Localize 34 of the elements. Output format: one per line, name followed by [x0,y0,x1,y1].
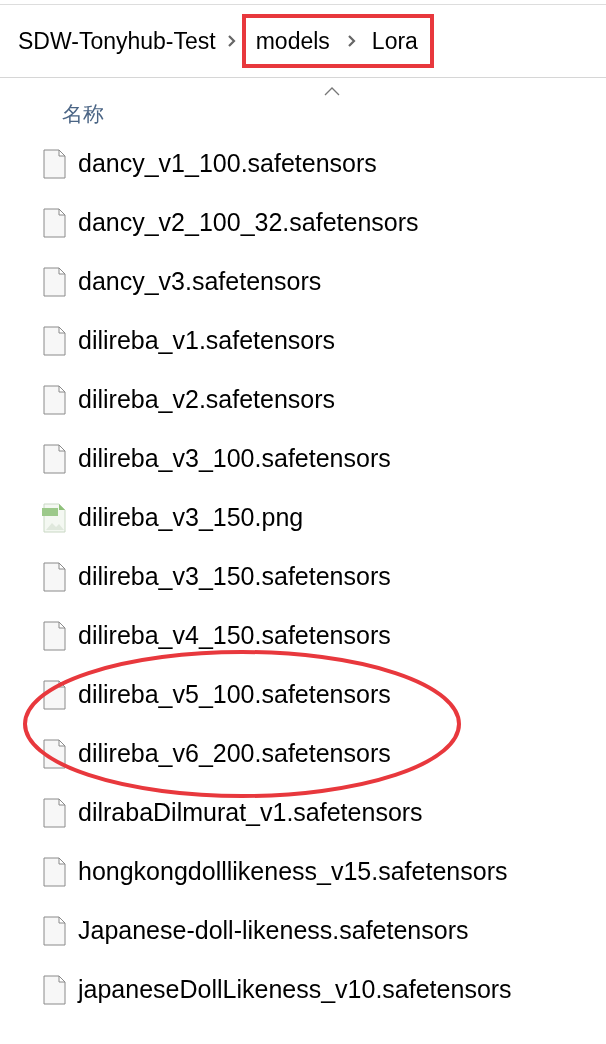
column-header[interactable]: 名称 [62,98,104,130]
file-icon [42,974,66,1005]
file-name[interactable]: dilireba_v4_150.safetensors [78,616,391,655]
breadcrumb-item[interactable]: SDW-Tonyhub-Test [14,23,220,59]
file-icon [42,915,66,946]
file-name[interactable]: dilireba_v6_200.safetensors [78,734,391,773]
file-name[interactable]: Japanese-doll-likeness.safetensors [78,911,469,950]
chevron-right-icon [225,34,236,48]
image-file-icon [42,502,66,533]
file-icon [42,325,66,356]
breadcrumb-item[interactable]: Lora [367,23,422,59]
file-icon [42,384,66,415]
file-name[interactable]: dilireba_v5_100.safetensors [78,675,391,714]
breadcrumb-item[interactable]: models [251,23,334,59]
file-name[interactable]: dilireba_v3_150.safetensors [78,557,391,596]
file-icon [42,797,66,828]
file-name[interactable]: dancy_v1_100.safetensors [78,144,377,183]
chevron-right-icon [345,34,356,48]
file-name[interactable]: dilireba_v3_150.png [78,498,304,537]
file-icon [42,856,66,887]
file-name[interactable]: dancy_v3.safetensors [78,262,322,301]
file-name[interactable]: hongkongdolllikeness_v15.safetensors [78,852,508,891]
file-name[interactable]: dancy_v2_100_32.safetensors [78,203,419,242]
file-name[interactable]: dilireba_v3_100.safetensors [78,439,391,478]
file-icon [42,561,66,592]
file-icon [42,207,66,238]
file-name[interactable]: dilireba_v1.safetensors [78,321,336,360]
file-icon [42,443,66,474]
file-icon [42,620,66,651]
file-name[interactable]: dilireba_v2.safetensors [78,380,336,419]
file-icon [42,148,66,179]
file-name[interactable]: dilrabaDilmurat_v1.safetensors [78,793,423,832]
file-name[interactable]: japaneseDollLikeness_v10.safetensors [78,970,512,1009]
file-icon [42,266,66,297]
